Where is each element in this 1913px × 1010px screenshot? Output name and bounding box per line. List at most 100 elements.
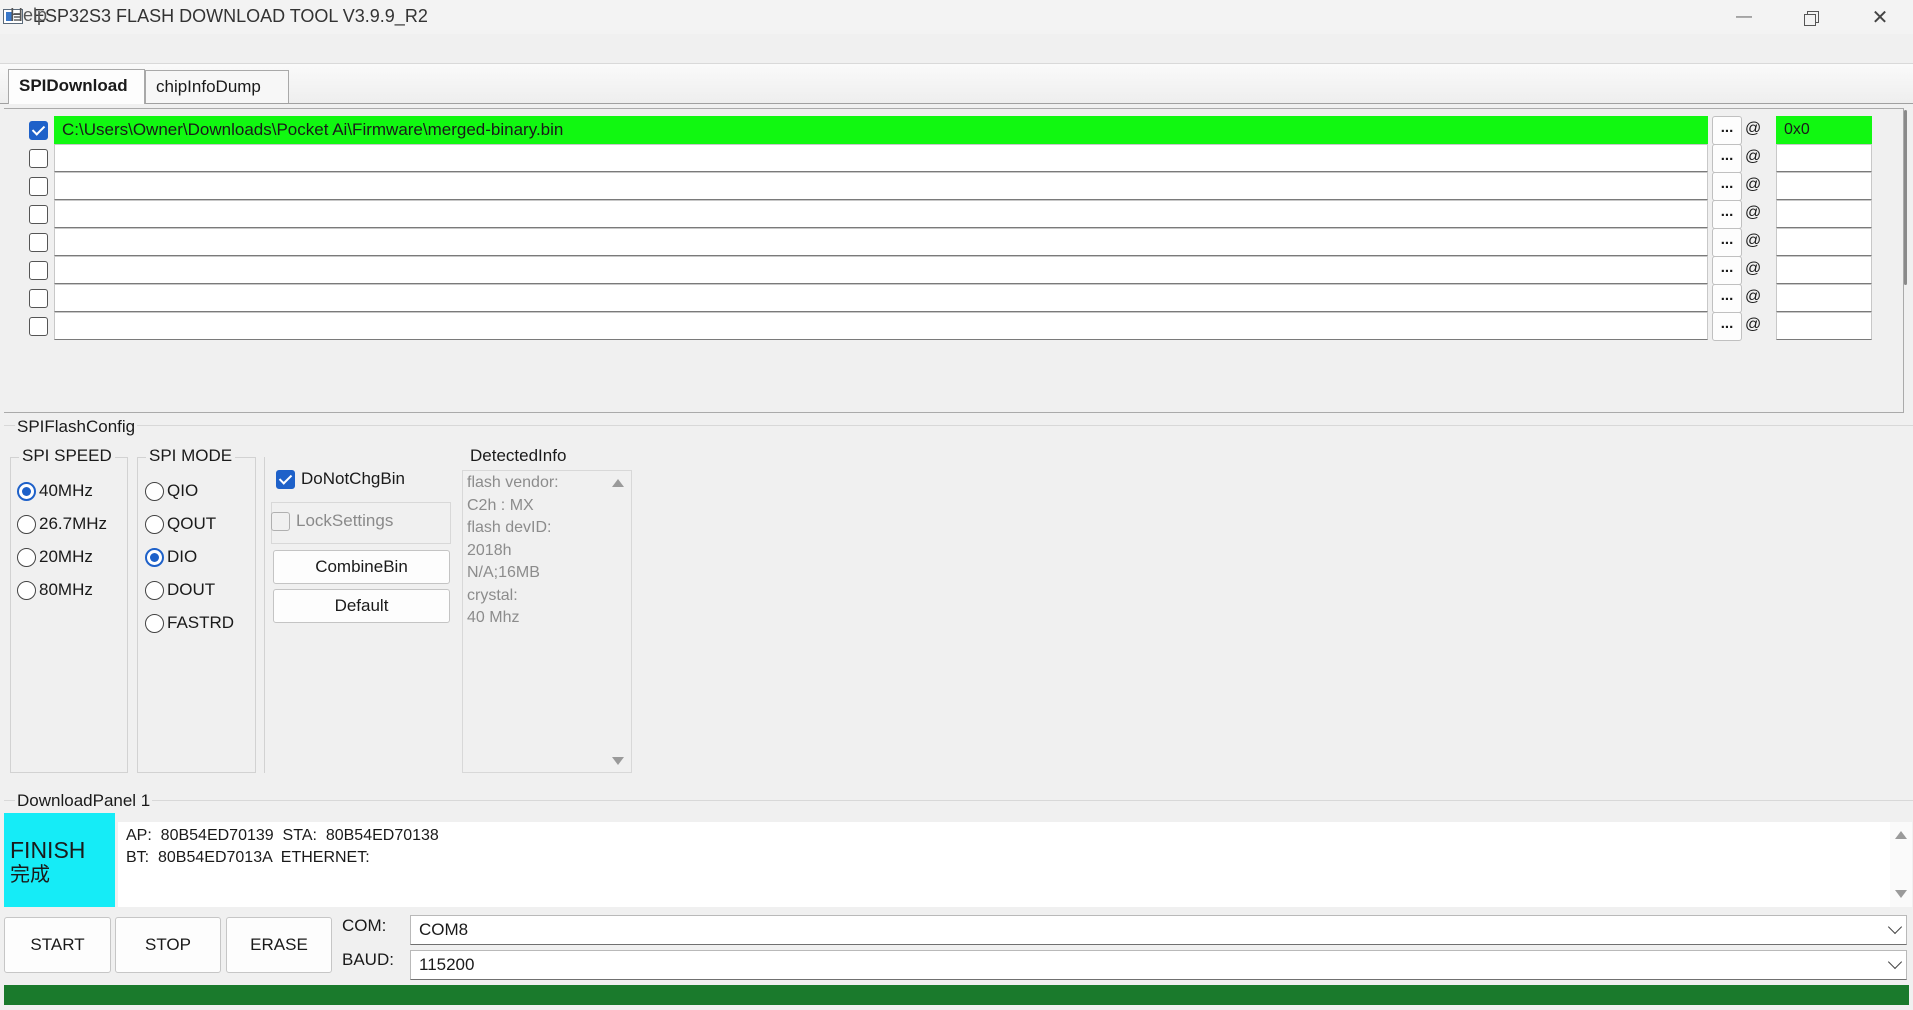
spi-speed-radio-80mhz[interactable]: 80MHz <box>17 580 93 600</box>
address-input[interactable] <box>1776 284 1872 312</box>
spi-mode-radio-dout[interactable]: DOUT <box>145 580 215 600</box>
status-box: FINISH 完成 <box>4 813 115 907</box>
scroll-down-icon[interactable] <box>1895 890 1907 898</box>
close-button[interactable]: ✕ <box>1846 0 1913 34</box>
file-path-input[interactable] <box>54 144 1708 172</box>
spi-mode-radio-fastrd[interactable]: FASTRD <box>145 613 234 633</box>
file-row: ... @ <box>24 311 1874 341</box>
file-row: ... @ <box>24 199 1874 229</box>
com-label: COM: <box>342 916 387 935</box>
browse-button[interactable]: ... <box>1712 200 1742 229</box>
restore-icon-back <box>1804 14 1816 26</box>
file-enable-checkbox[interactable] <box>29 317 48 336</box>
file-path-input[interactable]: C:\Users\Owner\Downloads\Pocket Ai\Firmw… <box>54 116 1708 144</box>
close-icon: ✕ <box>1871 6 1889 29</box>
browse-button[interactable]: ... <box>1712 172 1742 201</box>
scroll-down-icon[interactable] <box>612 757 624 765</box>
address-input[interactable] <box>1776 200 1872 228</box>
address-input[interactable]: 0x0 <box>1776 116 1872 144</box>
browse-button[interactable]: ... <box>1712 144 1742 173</box>
at-label: @ <box>1745 288 1762 305</box>
com-select[interactable]: COM8 <box>410 915 1907 945</box>
file-list-scrollbar[interactable] <box>1901 108 1910 288</box>
address-input[interactable] <box>1776 312 1872 340</box>
baud-value: 115200 <box>419 955 475 974</box>
file-path-input[interactable] <box>54 256 1708 284</box>
spi-mode-radio-qio[interactable]: QIO <box>145 481 198 501</box>
download-panel-title: DownloadPanel 1 <box>15 791 153 811</box>
locksettings-check-icon <box>271 511 290 531</box>
spi-mode-radio-dio[interactable]: DIO <box>145 547 197 567</box>
file-enable-checkbox[interactable] <box>29 121 48 140</box>
file-row: ... @ <box>24 143 1874 173</box>
donotchgbin-check-icon <box>276 469 295 489</box>
browse-button[interactable]: ... <box>1712 256 1742 285</box>
spi-flash-config-title: SPIFlashConfig <box>15 417 138 437</box>
at-label: @ <box>1745 176 1762 193</box>
scroll-up-icon[interactable] <box>612 479 624 487</box>
window-title: ESP32S3 FLASH DOWNLOAD TOOL V3.9.9_R2 <box>33 6 428 26</box>
browse-button[interactable]: ... <box>1712 312 1742 341</box>
file-row: ... @ <box>24 171 1874 201</box>
start-button[interactable]: START <box>4 917 111 973</box>
spi-mode-radio-qout[interactable]: QOUT <box>145 514 216 534</box>
at-label: @ <box>1745 232 1762 249</box>
address-input[interactable] <box>1776 172 1872 200</box>
file-path-input[interactable] <box>54 312 1708 340</box>
file-enable-checkbox[interactable] <box>29 261 48 280</box>
file-enable-checkbox[interactable] <box>29 205 48 224</box>
spi-mode-option-label: DIO <box>167 547 198 566</box>
file-enable-checkbox[interactable] <box>29 233 48 252</box>
file-list-panel: C:\Users\Owner\Downloads\Pocket Ai\Firmw… <box>4 108 1904 413</box>
log-scrollbar[interactable] <box>1890 822 1912 907</box>
spi-mode-option-label: FASTRD <box>167 613 235 632</box>
tab-chipinfodump[interactable]: chipInfoDump <box>145 70 289 103</box>
spi-speed-option-label: 40MHz <box>39 481 93 500</box>
restore-button[interactable] <box>1778 0 1846 34</box>
file-enable-checkbox[interactable] <box>29 149 48 168</box>
browse-button[interactable]: ... <box>1712 116 1742 145</box>
menu-help[interactable]: Help <box>10 5 47 26</box>
address-input[interactable] <box>1776 144 1872 172</box>
radio-icon <box>145 547 164 567</box>
browse-button[interactable]: ... <box>1712 228 1742 257</box>
spi-mode-option-label: QOUT <box>167 514 217 533</box>
log-line: BT: 80B54ED7013A ETHERNET: <box>126 849 370 866</box>
file-row: ... @ <box>24 255 1874 285</box>
donotchgbin-checkbox[interactable]: DoNotChgBin <box>276 469 405 489</box>
file-path-input[interactable] <box>54 172 1708 200</box>
at-label: @ <box>1745 260 1762 277</box>
address-input[interactable] <box>1776 228 1872 256</box>
file-row: ... @ <box>24 283 1874 313</box>
spi-speed-radio-26-7mhz[interactable]: 26.7MHz <box>17 514 107 534</box>
default-button[interactable]: Default <box>273 589 450 623</box>
log-output: AP: 80B54ED70139 STA: 80B54ED70138 BT: 8… <box>118 822 1890 907</box>
tab-spidownload[interactable]: SPIDownload <box>8 69 145 104</box>
file-enable-checkbox[interactable] <box>29 177 48 196</box>
scrollbar-thumb[interactable] <box>1904 110 1907 285</box>
file-path-input[interactable] <box>54 200 1708 228</box>
erase-button[interactable]: ERASE <box>226 917 332 973</box>
scroll-up-icon[interactable] <box>1895 831 1907 839</box>
file-path-input[interactable] <box>54 228 1708 256</box>
file-enable-checkbox[interactable] <box>29 289 48 308</box>
menu-bar <box>0 34 1913 64</box>
stop-button[interactable]: STOP <box>115 917 221 973</box>
locksettings-checkbox[interactable]: LockSettings <box>271 511 393 531</box>
browse-button[interactable]: ... <box>1712 284 1742 313</box>
spi-speed-radio-40mhz[interactable]: 40MHz <box>17 481 93 501</box>
chevron-down-icon <box>1887 954 1903 970</box>
spi-speed-group <box>10 457 128 773</box>
radio-icon <box>17 580 36 600</box>
spi-speed-radio-20mhz[interactable]: 20MHz <box>17 547 93 567</box>
status-text: FINISH <box>10 837 86 863</box>
combinebin-button[interactable]: CombineBin <box>273 550 450 584</box>
spi-mode-option-label: QIO <box>167 481 199 500</box>
address-input[interactable] <box>1776 256 1872 284</box>
minimize-button[interactable]: — <box>1710 0 1778 34</box>
donotchgbin-label: DoNotChgBin <box>301 469 405 488</box>
baud-select[interactable]: 115200 <box>410 950 1907 980</box>
file-path-input[interactable] <box>54 284 1708 312</box>
detected-info-text: flash vendor: C2h : MX flash devID: 2018… <box>467 474 559 626</box>
spi-mode-title: SPI MODE <box>146 446 236 466</box>
